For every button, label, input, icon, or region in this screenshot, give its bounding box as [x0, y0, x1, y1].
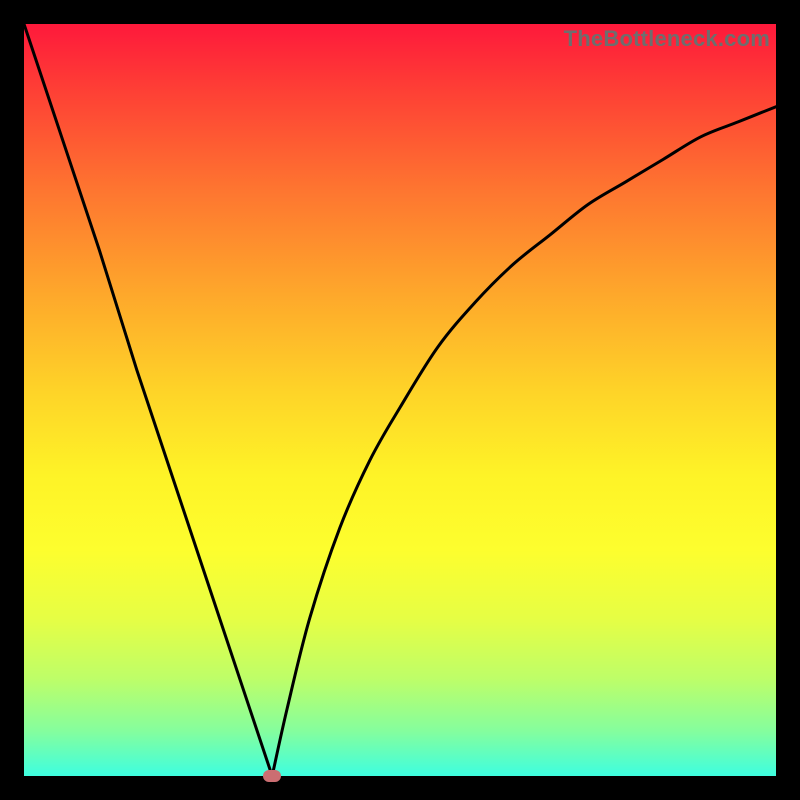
minimum-marker [263, 770, 281, 782]
plot-area: TheBottleneck.com [24, 24, 776, 776]
watermark-label: TheBottleneck.com [564, 26, 770, 52]
chart-frame: TheBottleneck.com [0, 0, 800, 800]
curve-layer [24, 24, 776, 776]
curve-right-arm [272, 107, 776, 776]
curve-left-arm [24, 24, 272, 776]
